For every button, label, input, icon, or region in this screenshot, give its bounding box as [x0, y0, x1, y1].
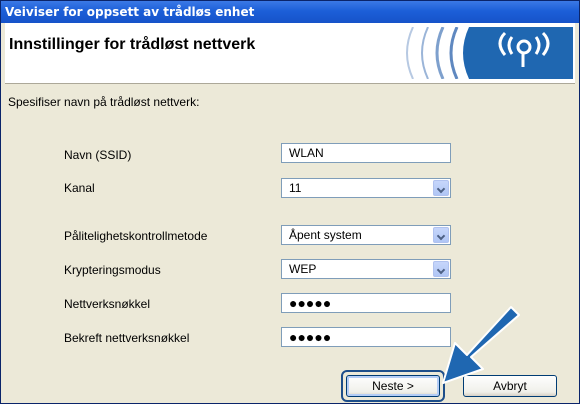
- encryption-value: WEP: [289, 262, 317, 276]
- page-title: Innstillinger for trådløst nettverk: [9, 36, 256, 53]
- network-key-input[interactable]: ●●●●●: [281, 293, 451, 313]
- encryption-label: Krypteringsmodus: [64, 263, 161, 277]
- chevron-down-icon[interactable]: [433, 227, 449, 243]
- auth-method-label: Pålitelighetskontrollmetode: [64, 229, 208, 243]
- confirm-key-input[interactable]: ●●●●●: [281, 327, 451, 347]
- wizard-window: Veiviser for oppsett av trådløs enhet In…: [0, 0, 580, 404]
- encryption-select[interactable]: WEP: [281, 259, 451, 279]
- auth-method-select[interactable]: Åpent system: [281, 225, 451, 245]
- next-button[interactable]: Neste >: [346, 375, 440, 397]
- confirm-key-label: Bekreft nettverksnøkkel: [64, 331, 190, 345]
- auth-method-value: Åpent system: [289, 228, 362, 242]
- channel-label: Kanal: [64, 181, 95, 195]
- channel-value: 11: [289, 181, 302, 195]
- wireless-logo-icon: [406, 27, 573, 79]
- instruction-text: Spesifiser navn på trådløst nettverk:: [8, 95, 200, 109]
- title-bar: Veiviser for oppsett av trådløs enhet: [1, 1, 579, 23]
- chevron-down-icon[interactable]: [433, 180, 449, 196]
- chevron-down-icon[interactable]: [433, 261, 449, 277]
- ssid-label: Navn (SSID): [64, 148, 132, 162]
- channel-select[interactable]: 11: [281, 178, 451, 198]
- pointer-arrow-icon: [442, 306, 520, 384]
- ssid-input[interactable]: WLAN: [281, 143, 451, 163]
- network-key-label: Nettverksnøkkel: [64, 297, 151, 311]
- wizard-header: Innstillinger for trådløst nettverk: [5, 23, 575, 84]
